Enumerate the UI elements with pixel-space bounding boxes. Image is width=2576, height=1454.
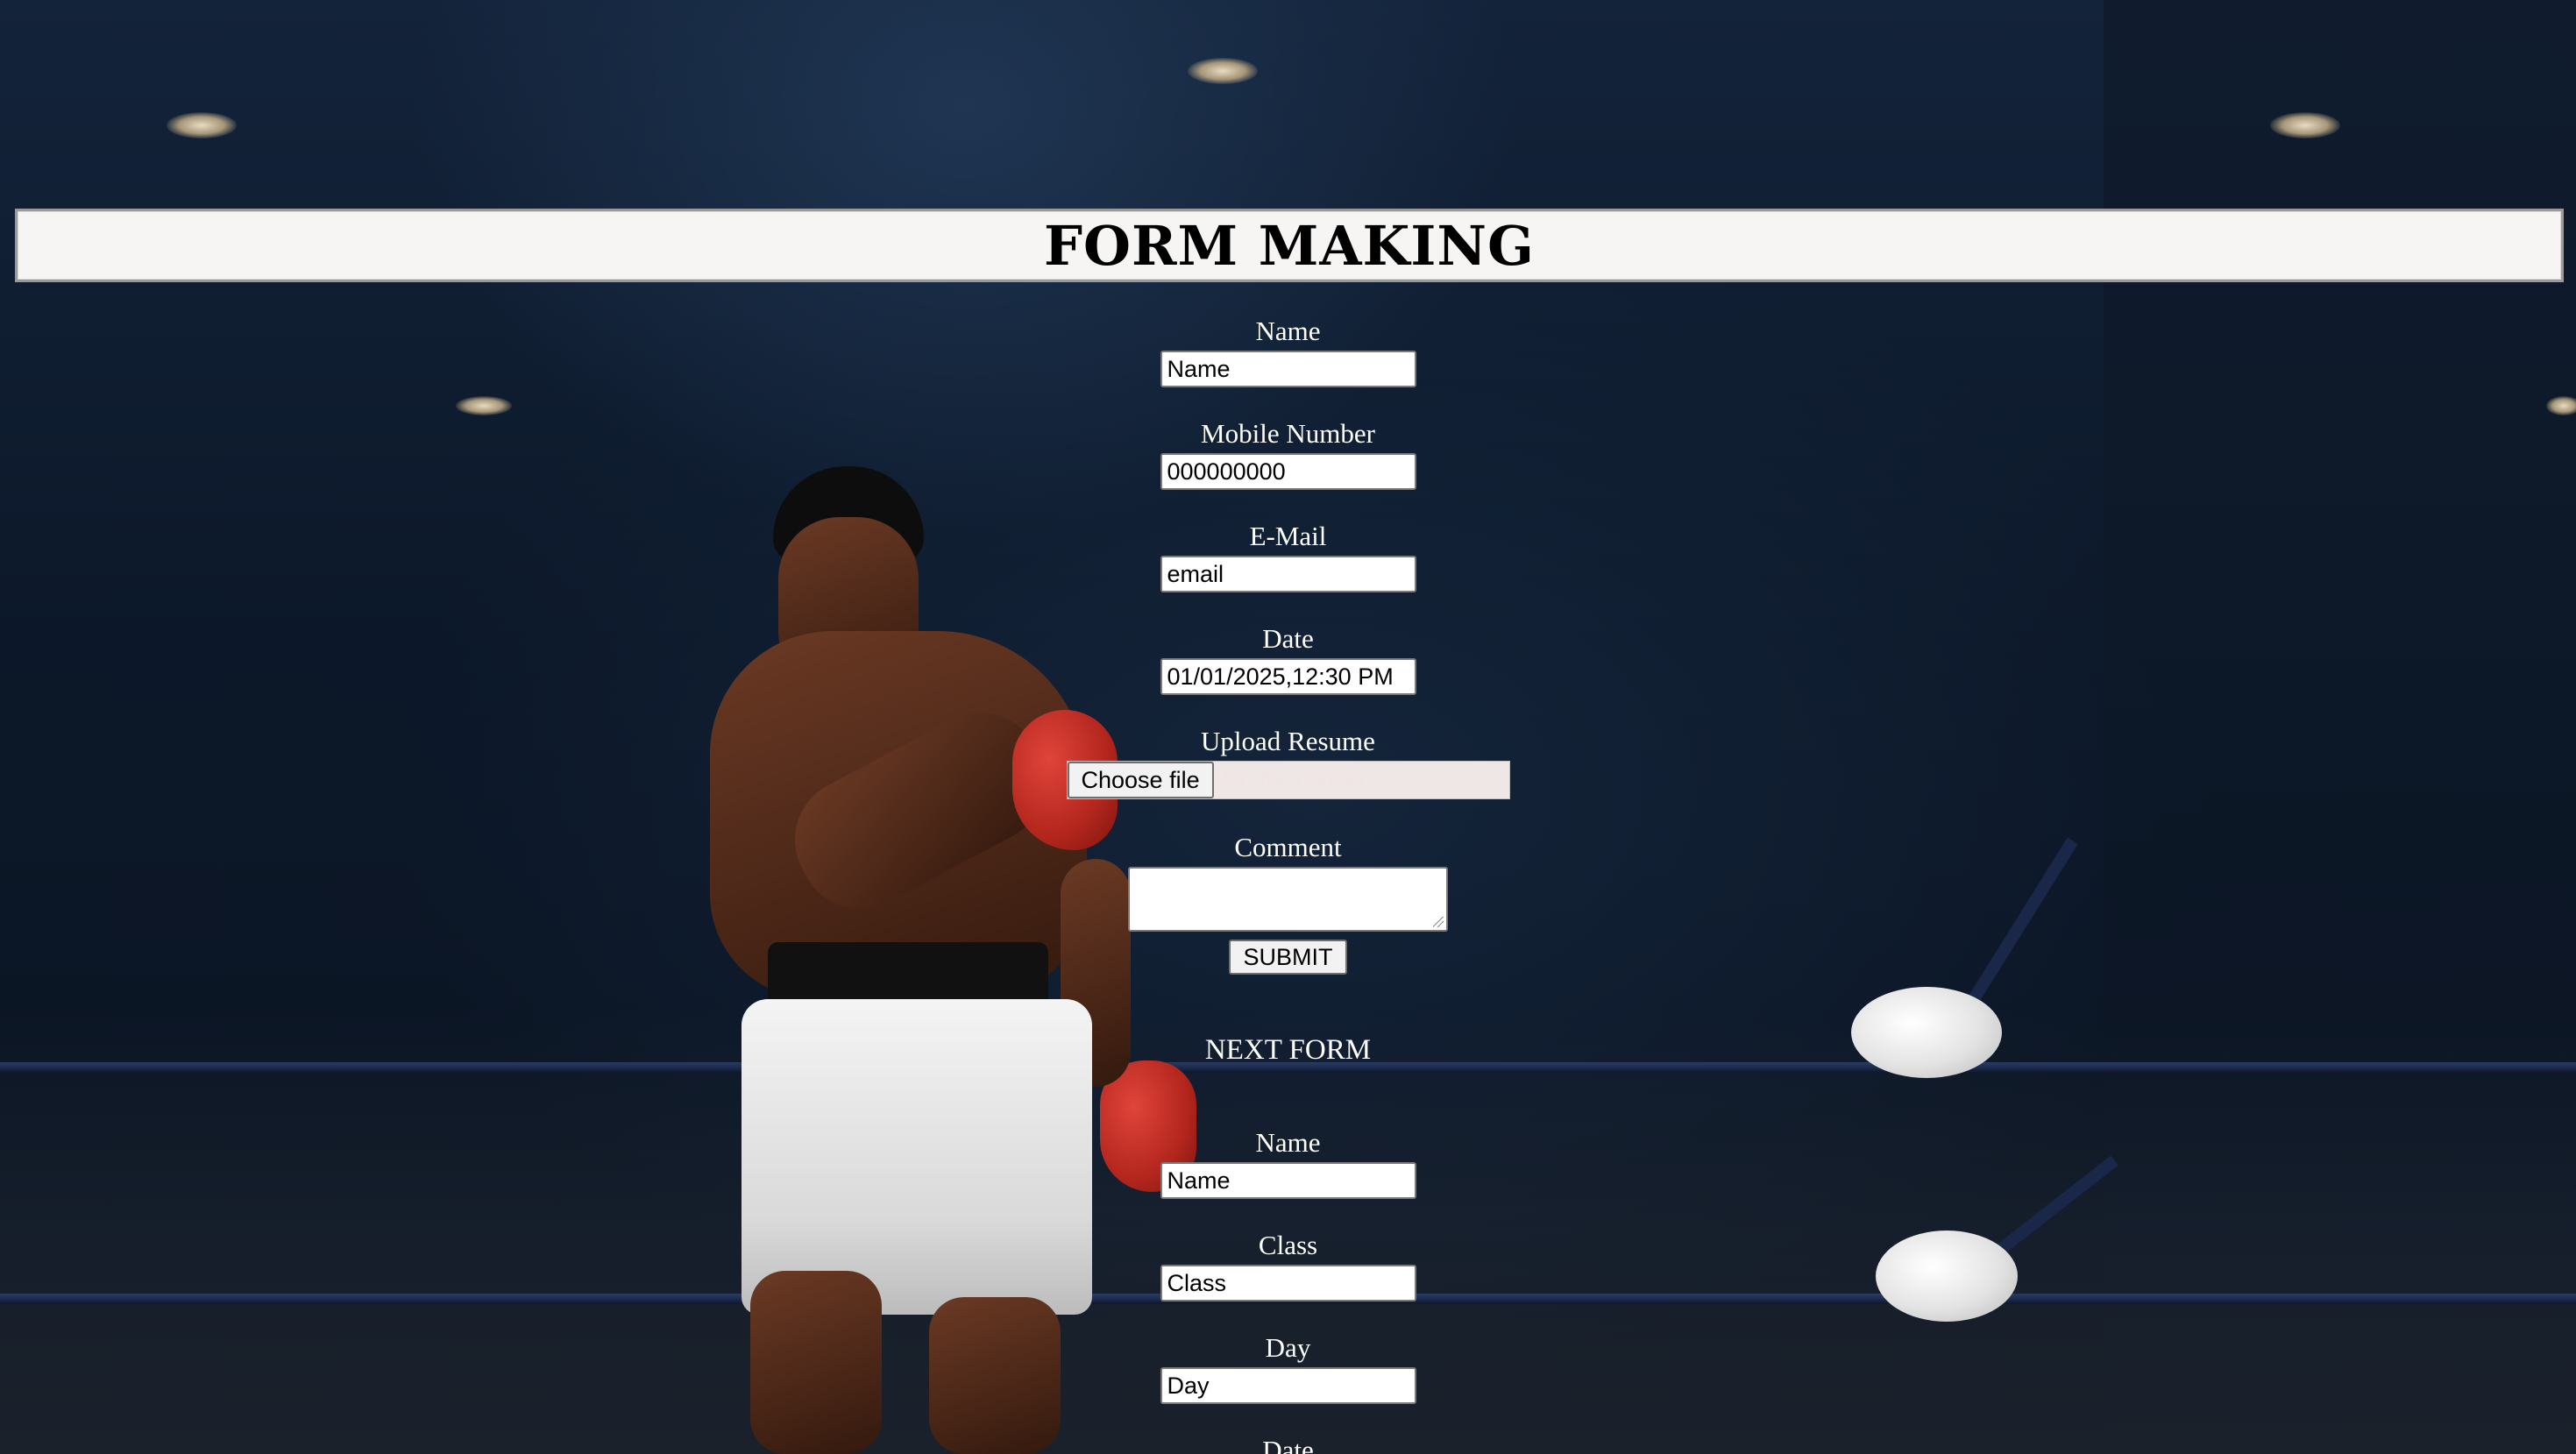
email-input[interactable]: email [1160,556,1416,592]
name-input[interactable]: Name [1160,351,1416,387]
field-submit: SUBMIT [0,940,2576,975]
resume-label: Upload Resume [1201,726,1375,756]
field-name-2: Name Name [0,1127,2576,1202]
ceiling-light [456,396,512,415]
choose-file-button[interactable]: Choose file [1067,762,1214,798]
ceiling-light [1188,58,1258,84]
email-label: E-Mail [1249,521,1327,551]
resume-file-input[interactable]: Choose file No file chosen [1066,761,1510,799]
date-label-2: Date [1262,1435,1314,1454]
page-title: FORM MAKING [1043,213,1535,278]
page-header: FORM MAKING [15,209,2564,282]
mobile-label: Mobile Number [1201,418,1375,449]
comment-label: Comment [1234,832,1342,862]
day-label: Day [1265,1332,1311,1363]
resize-grip-icon[interactable] [1433,917,1444,927]
next-form-title: NEXT FORM [1204,1034,1372,1066]
field-date-2: Date [0,1435,2576,1454]
field-day: Day Day [0,1332,2576,1408]
field-date: Date 01/01/2025,12:30 PM [0,623,2576,699]
field-class: Class Class [0,1230,2576,1305]
field-email: E-Mail email [0,521,2576,596]
file-status-text: No file chosen [1222,767,1373,793]
class-input[interactable]: Class [1160,1265,1416,1302]
comment-textarea[interactable] [1128,867,1448,932]
day-input[interactable]: Day [1160,1367,1416,1404]
field-mobile: Mobile Number 000000000 [0,418,2576,493]
name-input-2[interactable]: Name [1160,1162,1416,1199]
field-comment: Comment [0,832,2576,935]
name-label-2: Name [1255,1127,1321,1158]
ceiling-light [2546,396,2576,415]
field-name: Name Name [0,316,2576,391]
date-label: Date [1262,623,1314,654]
mobile-input[interactable]: 000000000 [1160,453,1416,490]
ceiling-light [167,112,237,138]
ceiling-light [2270,112,2340,138]
date-input[interactable]: 01/01/2025,12:30 PM [1160,658,1416,695]
class-label: Class [1258,1230,1318,1260]
submit-button[interactable]: SUBMIT [1229,940,1347,975]
name-label: Name [1255,316,1321,346]
field-resume: Upload Resume Choose file No file chosen [0,726,2576,799]
